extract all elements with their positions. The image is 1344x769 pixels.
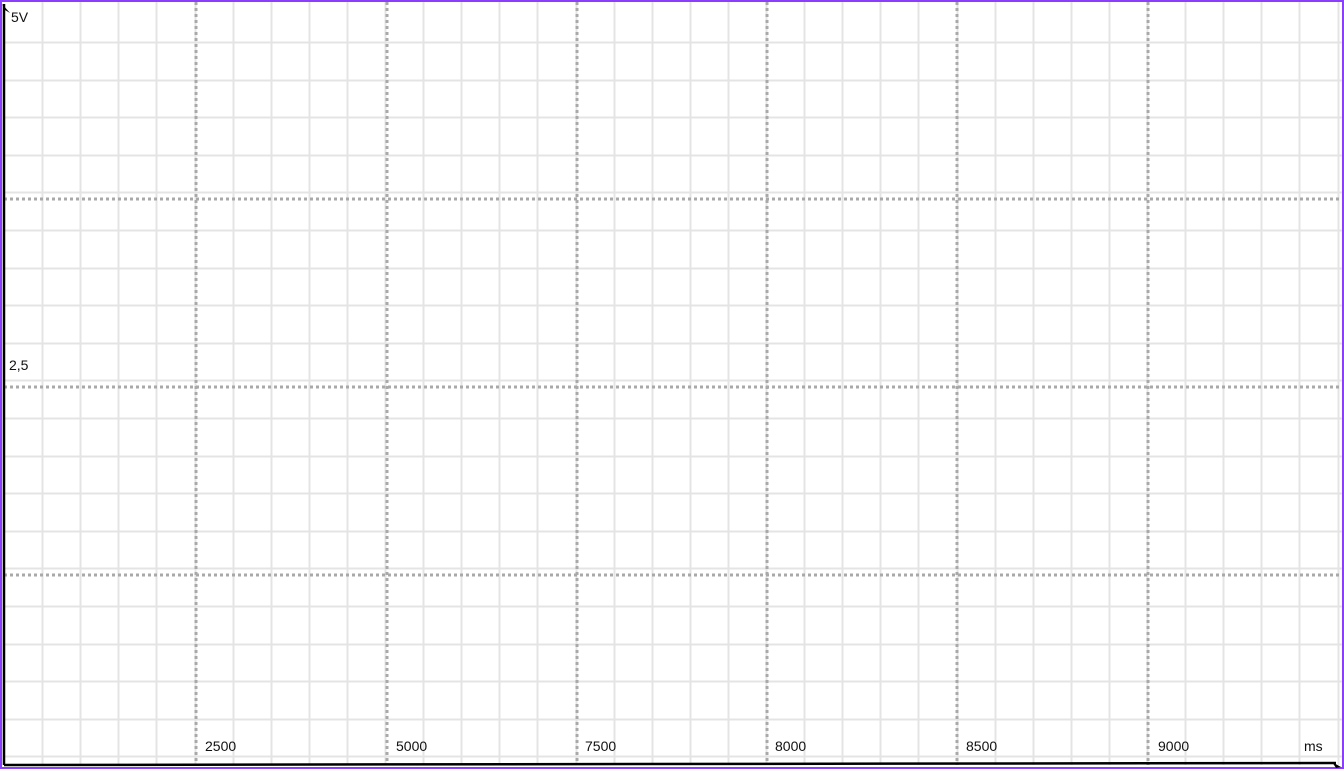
x-tick-label: 9000 bbox=[1158, 738, 1189, 754]
plot-area[interactable]: 5V 2,5 2500 5000 7500 8000 8500 9000 ms bbox=[0, 0, 1344, 769]
x-tick-label: 5000 bbox=[396, 738, 427, 754]
major-grid bbox=[4, 2, 1342, 765]
x-axis-arrow-icon bbox=[1332, 762, 1341, 768]
minor-grid bbox=[4, 2, 1342, 765]
x-axis-line bbox=[3, 761, 1337, 767]
x-unit-label: ms bbox=[1304, 738, 1323, 754]
x-tick-label: 8500 bbox=[966, 738, 997, 754]
x-tick-label: 2500 bbox=[205, 738, 236, 754]
y-label-mid: 2,5 bbox=[9, 357, 29, 373]
x-tick-label: 8000 bbox=[775, 738, 806, 754]
x-tick-label: 7500 bbox=[585, 738, 616, 754]
y-label-max: 5V bbox=[11, 9, 29, 25]
x-tick-labels: 2500 5000 7500 8000 8500 9000 bbox=[205, 738, 1189, 754]
